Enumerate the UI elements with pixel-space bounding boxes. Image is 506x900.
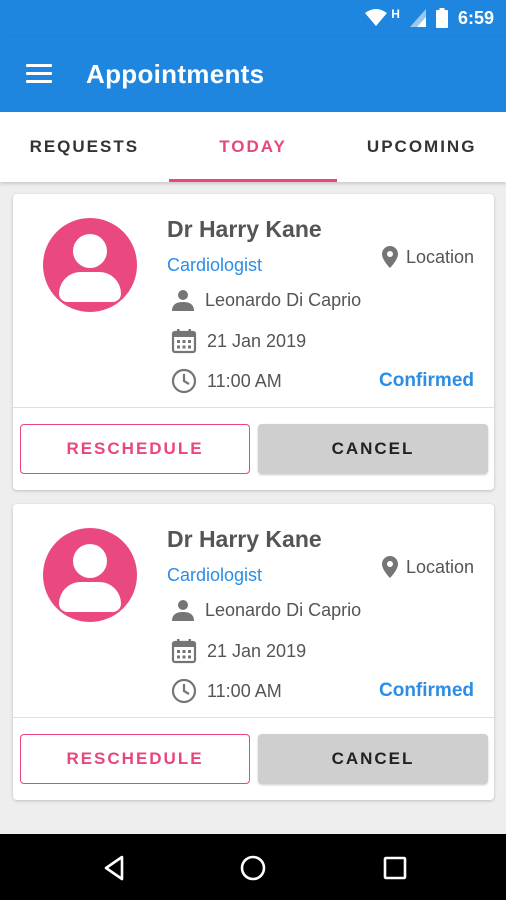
- tab-bar: REQUESTS TODAY UPCOMING: [0, 112, 506, 182]
- calendar-icon: [171, 639, 197, 664]
- appointment-time: 11:00 AM: [207, 680, 282, 701]
- reschedule-button[interactable]: RESCHEDULE: [20, 734, 250, 784]
- clock-icon: [171, 678, 197, 704]
- person-icon: [172, 600, 194, 621]
- patient-name: Leonardo Di Caprio: [205, 599, 362, 620]
- recents-icon[interactable]: [380, 853, 410, 883]
- appointment-card: Dr Harry Kane Cardiologist Location Leon…: [13, 504, 494, 800]
- home-icon[interactable]: [238, 853, 268, 883]
- menu-icon[interactable]: [26, 64, 54, 86]
- location-label: Location: [405, 246, 474, 267]
- page-title: Appointments: [86, 59, 265, 89]
- location-pin-icon: [381, 246, 398, 268]
- appointment-card: Dr Harry Kane Cardiologist Location Leon…: [13, 194, 494, 490]
- battery-icon: [435, 8, 448, 28]
- tab-requests[interactable]: REQUESTS: [0, 112, 169, 182]
- date-row: 21 Jan 2019: [171, 638, 306, 664]
- location-link[interactable]: Location: [381, 556, 474, 578]
- patient-name: Leonardo Di Caprio: [205, 289, 362, 310]
- signal-icon: [409, 9, 426, 27]
- reschedule-button[interactable]: RESCHEDULE: [20, 424, 250, 474]
- time-row: 11:00 AM: [171, 368, 282, 394]
- avatar: [43, 218, 137, 312]
- status-bar: H 6:59: [0, 0, 506, 36]
- appointment-date: 21 Jan 2019: [207, 330, 307, 351]
- calendar-icon: [171, 329, 197, 354]
- location-label: Location: [405, 556, 474, 577]
- doctor-name: Dr Harry Kane: [167, 216, 322, 242]
- navigation-bar: [0, 834, 506, 900]
- location-pin-icon: [381, 556, 398, 578]
- doctor-name: Dr Harry Kane: [167, 526, 322, 552]
- appointment-time: 11:00 AM: [207, 370, 282, 391]
- avatar: [43, 528, 137, 622]
- location-link[interactable]: Location: [381, 246, 474, 268]
- back-icon[interactable]: [100, 853, 130, 883]
- wifi-icon: [365, 9, 388, 26]
- cancel-button[interactable]: CANCEL: [258, 424, 488, 474]
- cancel-button[interactable]: CANCEL: [258, 734, 488, 784]
- appointment-date: 21 Jan 2019: [207, 640, 307, 661]
- patient-row: Leonardo Di Caprio: [171, 288, 361, 312]
- status-badge: Confirmed: [379, 370, 474, 391]
- tab-today[interactable]: TODAY: [168, 112, 338, 182]
- status-badge: Confirmed: [379, 680, 474, 701]
- doctor-specialty: Cardiologist: [167, 565, 263, 585]
- clock-icon: [171, 368, 197, 394]
- patient-row: Leonardo Di Caprio: [171, 598, 361, 622]
- status-time: 6:59: [457, 7, 494, 28]
- status-icons: H 6:59: [365, 6, 494, 30]
- time-row: 11:00 AM: [171, 678, 282, 704]
- network-type-label: H: [391, 7, 400, 21]
- app-bar: Appointments: [0, 36, 506, 112]
- tab-upcoming[interactable]: UPCOMING: [337, 112, 506, 182]
- doctor-specialty: Cardiologist: [167, 255, 263, 275]
- date-row: 21 Jan 2019: [171, 328, 306, 354]
- person-icon: [172, 290, 194, 311]
